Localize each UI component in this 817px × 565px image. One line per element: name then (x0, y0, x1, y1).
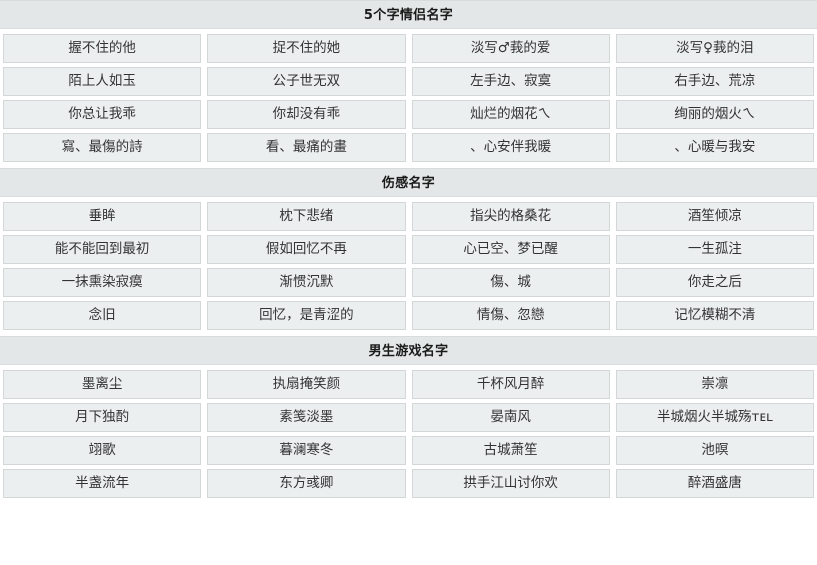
name-cell[interactable]: 、心安伴我暖 (411, 133, 610, 162)
name-cell[interactable]: 你却没有乖 (207, 100, 406, 129)
table-row: 半盏流年 东方彧卿 拱手江山讨你欢 醉酒盛唐 (3, 469, 814, 498)
name-cell[interactable]: 捉不住的她 (207, 34, 406, 63)
table-row: 你总让我乖 你却没有乖 灿烂的烟花ㄟ 绚丽的烟火ㄟ (3, 100, 814, 129)
name-cell[interactable]: 情傷、忽戀 (411, 301, 610, 330)
name-cell[interactable]: 淡写♂莪的爱 (411, 34, 610, 63)
name-cell[interactable]: 灿烂的烟花ㄟ (411, 100, 610, 129)
name-cell[interactable]: 池暝 (615, 436, 814, 465)
name-grid-male-game-names: 墨离尘 执扇掩笑颜 千杯风月醉 崇凛 月下独酌 素笺淡墨 晏南风 半城烟火半城殇… (0, 365, 817, 498)
name-cell[interactable]: 右手边、荒凉 (615, 67, 814, 96)
section-title-couple-names: 5个字情侣名字 (0, 0, 817, 29)
name-cell[interactable]: 酒笙倾凉 (615, 202, 814, 231)
section-couple-names: 5个字情侣名字 握不住的他 捉不住的她 淡写♂莪的爱 淡写♀莪的泪 陌上人如玉 … (0, 0, 817, 162)
name-cell[interactable]: 寫、最傷的詩 (3, 133, 202, 162)
name-cell[interactable]: 公子世无双 (207, 67, 406, 96)
table-row: 墨离尘 执扇掩笑颜 千杯风月醉 崇凛 (3, 370, 814, 399)
name-cell[interactable]: 一抹熏染寂瘼 (3, 268, 202, 297)
section-title-male-game-names: 男生游戏名字 (0, 336, 817, 365)
name-cell[interactable]: 能不能回到最初 (3, 235, 202, 264)
name-cell[interactable]: 拱手江山讨你欢 (411, 469, 610, 498)
name-cell[interactable]: 醉酒盛唐 (615, 469, 814, 498)
name-cell[interactable]: 记忆模糊不清 (615, 301, 814, 330)
name-cell[interactable]: 翊歌 (3, 436, 202, 465)
name-cell[interactable]: 半盏流年 (3, 469, 202, 498)
name-cell[interactable]: 你总让我乖 (3, 100, 202, 129)
table-row: 陌上人如玉 公子世无双 左手边、寂寞 右手边、荒凉 (3, 67, 814, 96)
section-sad-names: 伤感名字 垂眸 枕下悲绪 指尖的格桑花 酒笙倾凉 能不能回到最初 假如回忆不再 … (0, 168, 817, 330)
name-cell[interactable]: 握不住的他 (3, 34, 202, 63)
name-cell[interactable]: 古城萧笙 (411, 436, 610, 465)
name-cell[interactable]: 回忆，是青涩的 (207, 301, 406, 330)
name-cell[interactable]: 绚丽的烟火ㄟ (615, 100, 814, 129)
name-cell[interactable]: 半城烟火半城殇ᴛᴇʟ (615, 403, 814, 432)
table-row: 寫、最傷的詩 看、最痛的畫 、心安伴我暖 、心暖与我安 (3, 133, 814, 162)
name-cell[interactable]: 念旧 (3, 301, 202, 330)
name-cell[interactable]: 淡写♀莪的泪 (615, 34, 814, 63)
table-row: 垂眸 枕下悲绪 指尖的格桑花 酒笙倾凉 (3, 202, 814, 231)
name-grid-couple-names: 握不住的他 捉不住的她 淡写♂莪的爱 淡写♀莪的泪 陌上人如玉 公子世无双 左手… (0, 29, 817, 162)
name-cell[interactable]: 素笺淡墨 (207, 403, 406, 432)
name-cell[interactable]: 垂眸 (3, 202, 202, 231)
table-row: 能不能回到最初 假如回忆不再 心已空、梦已醒 一生孤注 (3, 235, 814, 264)
name-cell[interactable]: 心已空、梦已醒 (411, 235, 610, 264)
name-cell[interactable]: 假如回忆不再 (207, 235, 406, 264)
name-cell[interactable]: 渐惯沉默 (207, 268, 406, 297)
name-cell[interactable]: 月下独酌 (3, 403, 202, 432)
name-grid-sad-names: 垂眸 枕下悲绪 指尖的格桑花 酒笙倾凉 能不能回到最初 假如回忆不再 心已空、梦… (0, 197, 817, 330)
name-cell[interactable]: 千杯风月醉 (411, 370, 610, 399)
name-cell[interactable]: 暮澜寒冬 (207, 436, 406, 465)
section-title-sad-names: 伤感名字 (0, 168, 817, 197)
name-cell[interactable]: 指尖的格桑花 (411, 202, 610, 231)
name-cell[interactable]: 傷、城 (411, 268, 610, 297)
name-cell[interactable]: 东方彧卿 (207, 469, 406, 498)
name-cell[interactable]: 看、最痛的畫 (207, 133, 406, 162)
name-cell[interactable]: 墨离尘 (3, 370, 202, 399)
name-list-page: 5个字情侣名字 握不住的他 捉不住的她 淡写♂莪的爱 淡写♀莪的泪 陌上人如玉 … (0, 0, 817, 565)
name-cell[interactable]: 左手边、寂寞 (411, 67, 610, 96)
table-row: 念旧 回忆，是青涩的 情傷、忽戀 记忆模糊不清 (3, 301, 814, 330)
name-cell[interactable]: 陌上人如玉 (3, 67, 202, 96)
name-cell[interactable]: 、心暖与我安 (615, 133, 814, 162)
table-row: 一抹熏染寂瘼 渐惯沉默 傷、城 你走之后 (3, 268, 814, 297)
name-cell[interactable]: 崇凛 (615, 370, 814, 399)
table-row: 翊歌 暮澜寒冬 古城萧笙 池暝 (3, 436, 814, 465)
name-cell[interactable]: 你走之后 (615, 268, 814, 297)
name-cell[interactable]: 枕下悲绪 (207, 202, 406, 231)
section-male-game-names: 男生游戏名字 墨离尘 执扇掩笑颜 千杯风月醉 崇凛 月下独酌 素笺淡墨 晏南风 … (0, 336, 817, 498)
name-cell[interactable]: 晏南风 (411, 403, 610, 432)
name-cell[interactable]: 执扇掩笑颜 (207, 370, 406, 399)
table-row: 握不住的他 捉不住的她 淡写♂莪的爱 淡写♀莪的泪 (3, 34, 814, 63)
name-cell[interactable]: 一生孤注 (615, 235, 814, 264)
table-row: 月下独酌 素笺淡墨 晏南风 半城烟火半城殇ᴛᴇʟ (3, 403, 814, 432)
